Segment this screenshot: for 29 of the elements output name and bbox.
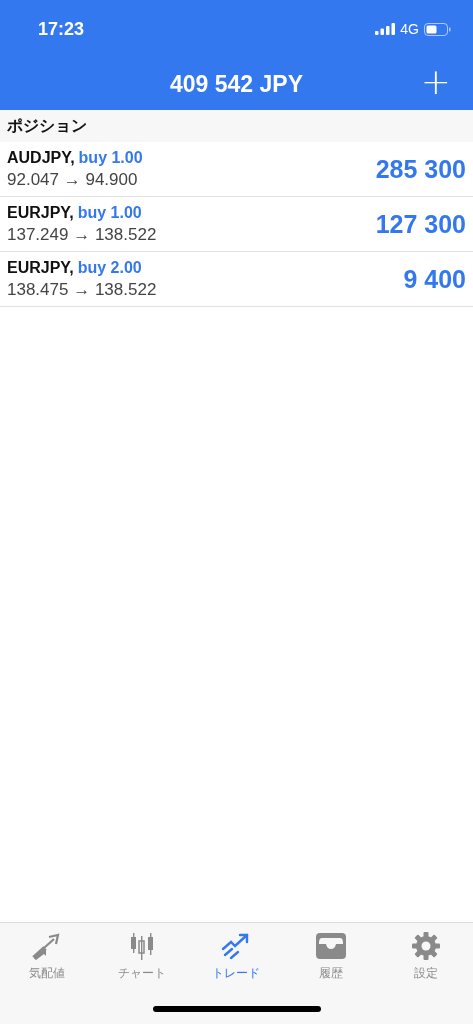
tab[interactable]: 気配値 — [0, 931, 95, 982]
position-row[interactable]: EURJPY, buy 1.00 137.249 → 138.522 127 300 — [0, 197, 473, 252]
order-label: buy 2.00 — [77, 258, 142, 277]
order-label: buy 1.00 — [78, 148, 143, 167]
price-range: 92.047 → 94.900 — [7, 169, 139, 190]
signal-icon — [375, 23, 396, 35]
symbol-label: EURJPY, — [7, 203, 74, 222]
tab[interactable]: 履歴 — [283, 931, 379, 982]
battery-icon — [424, 22, 451, 36]
position-row[interactable]: AUDJPY, buy 1.00 92.047 → 94.900 285 300 — [0, 142, 473, 197]
price-range: 138.475 → 138.522 — [7, 279, 157, 300]
position-row[interactable]: EURJPY, buy 2.00 138.475 → 138.522 9 400 — [0, 252, 473, 307]
home-indicator[interactable] — [152, 1006, 321, 1012]
add-button[interactable]: + — [416, 64, 455, 100]
profit-value: 285 300 — [375, 154, 466, 184]
tab[interactable]: トレード — [189, 931, 284, 982]
status-time: 17:23 — [38, 18, 85, 40]
symbol-label: EURJPY, — [7, 258, 74, 277]
tab[interactable]: チャート — [94, 931, 190, 982]
section-header: ポジション — [0, 110, 473, 142]
tab[interactable]: 設定 — [378, 931, 473, 982]
network-label: 4G — [400, 21, 419, 37]
order-label: buy 1.00 — [77, 203, 142, 222]
balance-title: 409 542 JPY — [170, 70, 303, 98]
symbol-label: AUDJPY, — [7, 148, 75, 167]
price-range: 137.249 → 138.522 — [7, 224, 157, 245]
profit-value: 9 400 — [403, 264, 466, 294]
profit-value: 127 300 — [375, 209, 466, 239]
inbox-icon — [314, 931, 349, 961]
